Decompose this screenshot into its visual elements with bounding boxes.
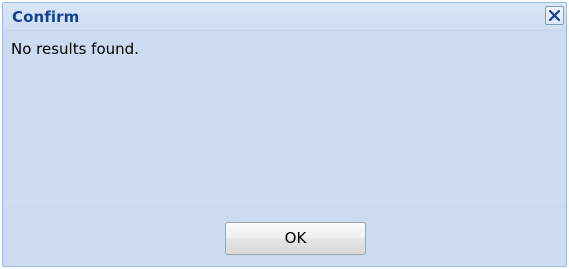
dialog-titlebar[interactable]: Confirm: [3, 3, 566, 31]
dialog-title: Confirm: [12, 8, 80, 26]
ok-button[interactable]: OK: [225, 222, 366, 255]
confirm-dialog: Confirm No results found. OK: [2, 2, 567, 267]
dialog-footer: OK: [3, 201, 566, 266]
dialog-body: No results found.: [3, 31, 566, 201]
close-icon: [548, 9, 561, 22]
dialog-message: No results found.: [11, 40, 139, 58]
close-button[interactable]: [545, 6, 564, 25]
